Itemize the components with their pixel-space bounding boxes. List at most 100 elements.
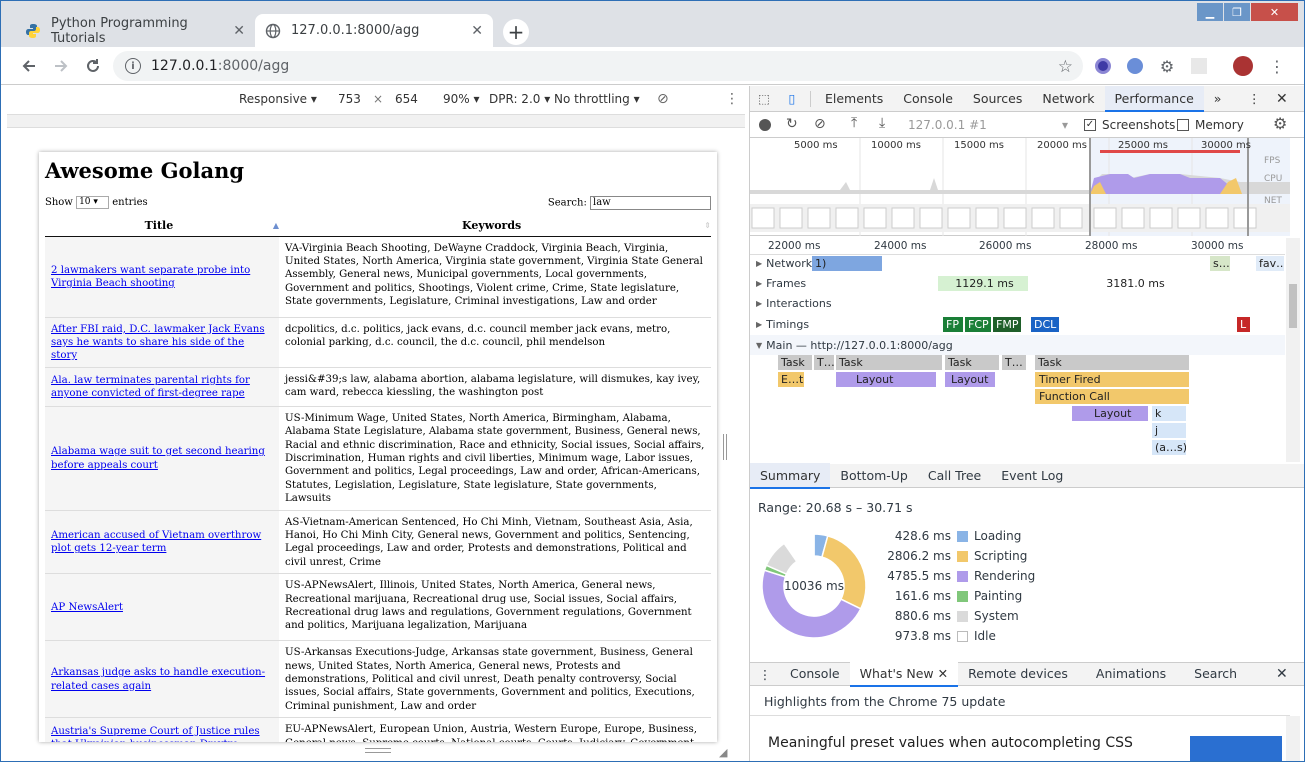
article-link[interactable]: American accused of Vietnam overthrow pl… (51, 530, 261, 554)
flame-chart[interactable]: 22000 ms 24000 ms 26000 ms 28000 ms 3000… (750, 238, 1285, 462)
article-link[interactable]: Ala. law terminates parental rights for … (51, 375, 250, 399)
forward-icon[interactable] (51, 56, 71, 76)
avatar[interactable] (1233, 56, 1253, 76)
tab-agg[interactable]: 127.0.0.1:8000/agg ✕ (255, 14, 493, 47)
close-tab-icon[interactable]: ✕ (233, 23, 245, 39)
height-input[interactable]: 654 (395, 92, 435, 106)
extension-icon[interactable] (1125, 56, 1145, 76)
close-drawer-icon[interactable]: ✕ (1276, 666, 1288, 682)
event-block[interactable]: Layout (1072, 406, 1148, 421)
device-mode-select[interactable]: Responsive ▾ (239, 92, 317, 106)
tab-performance[interactable]: Performance (1104, 85, 1204, 112)
tab-bottom-up[interactable]: Bottom-Up (830, 463, 917, 489)
new-tab-button[interactable]: + (503, 19, 529, 45)
bookmark-star-icon[interactable]: ☆ (1058, 57, 1073, 77)
network-track[interactable]: ▶ Network 1) s… fav… (750, 253, 1285, 273)
event-block[interactable]: j (1152, 423, 1186, 438)
fcp-marker[interactable]: FCP (965, 317, 991, 332)
reload-icon[interactable] (83, 56, 103, 76)
device-toggle-icon[interactable]: ▯ (778, 91, 806, 106)
tab-network[interactable]: Network (1032, 86, 1104, 112)
bottom-resize-handle[interactable] (365, 748, 391, 753)
width-input[interactable]: 753 (338, 92, 378, 106)
drawer-tab-remote-devices[interactable]: Remote devices (958, 661, 1078, 687)
article-link[interactable]: After FBI raid, D.C. lawmaker Jack Evans… (51, 324, 265, 362)
perf-settings-icon[interactable]: ⚙ (1273, 114, 1287, 133)
whats-new-scrollbar[interactable] (1286, 716, 1300, 761)
network-request-bar[interactable]: fav… (1256, 256, 1284, 271)
zoom-select[interactable]: 90% ▾ (443, 92, 480, 106)
event-block[interactable]: Function Call (1035, 389, 1189, 404)
dpr-select[interactable]: DPR: 2.0 ▾ (489, 92, 550, 106)
close-window-icon[interactable]: ✕ (1251, 3, 1298, 21)
task-block[interactable]: Task (836, 355, 942, 370)
tab-summary[interactable]: Summary (750, 462, 831, 489)
info-icon[interactable]: i (125, 58, 141, 74)
reload-record-icon[interactable]: ↻ (786, 116, 798, 132)
screenshots-checkbox[interactable]: ✓ (1084, 119, 1096, 131)
clear-icon[interactable]: ⊘ (814, 116, 826, 132)
main-thread-track[interactable]: ▼ Main — http://127.0.0.1:8000/agg (750, 335, 1285, 355)
extension-icon[interactable] (1093, 56, 1113, 76)
upload-icon[interactable]: ⤒ (851, 115, 857, 131)
tab-console[interactable]: Console (893, 86, 963, 112)
inspect-icon[interactable]: ⬚ (750, 91, 778, 106)
fp-marker[interactable]: FP (943, 317, 963, 332)
drawer-tab-animations[interactable]: Animations (1078, 661, 1176, 687)
corner-resize-icon[interactable]: ◢ (719, 746, 727, 759)
media-query-bar[interactable] (7, 114, 745, 128)
memory-checkbox[interactable] (1177, 119, 1189, 131)
frame-bar[interactable]: 1129.1 ms (938, 276, 1028, 291)
drawer-tab-console[interactable]: Console (780, 661, 850, 687)
task-block[interactable]: Task (945, 355, 999, 370)
event-block[interactable]: k (1152, 406, 1186, 421)
maximize-window-icon[interactable]: ❐ (1224, 3, 1250, 21)
article-link[interactable]: Austria's Supreme Court of Justice rules… (51, 726, 260, 742)
article-link[interactable]: AP NewsAlert (51, 602, 123, 613)
close-devtools-icon[interactable]: ✕ (1276, 91, 1288, 107)
event-block[interactable]: Layout (945, 372, 995, 387)
settings-extension-icon[interactable]: ⚙ (1157, 56, 1177, 76)
record-icon[interactable] (759, 119, 771, 131)
search-input[interactable]: law (590, 196, 711, 210)
column-header-keywords[interactable]: Keywords ⇕ (279, 216, 711, 237)
task-block[interactable]: Task (778, 355, 812, 370)
devtools-menu-icon[interactable]: ⋮ (1248, 91, 1261, 106)
article-link[interactable]: Arkansas judge asks to handle execution-… (51, 667, 265, 691)
minimize-window-icon[interactable]: ▁ (1197, 3, 1223, 21)
frames-track[interactable]: ▶ Frames 1129.1 ms 3181.0 ms (750, 273, 1285, 293)
dcl-marker[interactable]: DCL (1031, 317, 1059, 332)
viewport-resize-handle[interactable] (723, 434, 727, 460)
menu-kebab-icon[interactable]: ⋮ (1267, 56, 1287, 76)
entries-select[interactable]: 10 ▾ (76, 196, 110, 209)
column-header-title[interactable]: Title ▲ (45, 216, 279, 237)
frame-bar[interactable]: 3181.0 ms (1034, 276, 1234, 291)
extension-icon[interactable] (1189, 56, 1209, 76)
article-link[interactable]: Alabama wage suit to get second hearing … (51, 446, 265, 470)
task-block[interactable]: T… (1002, 355, 1026, 370)
recording-select[interactable]: 127.0.0.1 #1 ▾ (908, 118, 1068, 132)
download-icon[interactable]: ⤓ (879, 115, 885, 131)
event-block[interactable]: Timer Fired (1035, 372, 1189, 387)
tab-event-log[interactable]: Event Log (991, 463, 1073, 489)
task-block[interactable]: T… (814, 355, 834, 370)
close-drawer-tab-icon[interactable]: ✕ (938, 666, 948, 681)
network-request-bar[interactable]: 1) (812, 256, 882, 271)
tab-python-tutorials[interactable]: Python Programming Tutorials ✕ (15, 14, 255, 47)
task-block[interactable]: Task (1035, 355, 1189, 370)
tab-sources[interactable]: Sources (963, 86, 1032, 112)
address-bar[interactable]: i 127.0.0.1:8000/agg ☆ (113, 51, 1083, 81)
fmp-marker[interactable]: FMP (993, 317, 1021, 332)
timings-track[interactable]: ▶ Timings FP FCP FMP DCL L (750, 314, 1285, 334)
network-request-bar[interactable]: s… (1210, 256, 1230, 271)
timeline-overview[interactable]: 5000 ms 10000 ms 15000 ms 20000 ms 25000… (750, 138, 1290, 236)
close-tab-icon[interactable]: ✕ (471, 23, 483, 39)
event-block[interactable]: E…t (778, 372, 804, 387)
device-more-icon[interactable]: ⋮ (725, 91, 739, 107)
tab-call-tree[interactable]: Call Tree (918, 463, 991, 489)
flame-scrollbar[interactable] (1286, 238, 1300, 462)
load-marker[interactable]: L (1237, 317, 1250, 332)
drawer-tab-whats-new[interactable]: What's New ✕ (849, 661, 959, 687)
article-link[interactable]: 2 lawmakers want separate probe into Vir… (51, 265, 250, 289)
drawer-tab-search[interactable]: Search (1176, 661, 1247, 687)
